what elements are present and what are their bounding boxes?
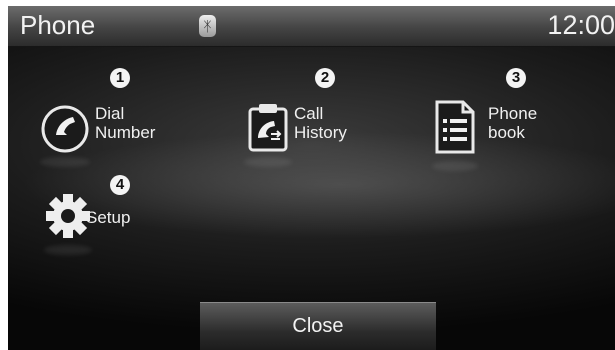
app-title: Phone [20, 10, 96, 40]
call-history-icon [248, 104, 288, 152]
number-badge: 2 [315, 68, 335, 88]
icon-reflection [40, 157, 90, 167]
icon-reflection [432, 161, 478, 171]
menu-label: Phone book [488, 104, 537, 142]
menu-item-setup[interactable]: 4 Setup [38, 171, 188, 266]
menu-label-line1: Dial [95, 104, 125, 123]
menu-label: Setup [86, 208, 130, 227]
menu-label-line2: Number [95, 123, 156, 142]
icon-reflection [244, 157, 292, 167]
menu-label-line1: Phone [488, 104, 538, 123]
icon-reflection [44, 245, 92, 255]
bluetooth-icon: ᛡ [199, 15, 216, 37]
menu-label-line1: Call [294, 104, 324, 123]
menu-label: Dial Number [95, 104, 155, 142]
number-badge: 4 [110, 175, 130, 195]
status-bar: Phone ᛡ 12:00 [8, 6, 615, 47]
menu-label: Call History [294, 104, 347, 142]
close-button[interactable]: Close [200, 302, 436, 350]
clock: 12:00 [547, 10, 615, 40]
gear-icon [46, 194, 90, 238]
phone-screen: Phone ᛡ 12:00 1 Dial Number 2 Call Histo… [8, 6, 615, 350]
number-badge: 1 [110, 68, 130, 88]
phonebook-icon [435, 100, 475, 154]
menu-item-phonebook[interactable]: 3 Phone book [430, 61, 580, 171]
menu-item-dial-number[interactable]: 1 Dial Number [38, 61, 208, 171]
menu-item-call-history[interactable]: 2 Call History [240, 61, 390, 171]
dial-handset-icon [41, 105, 89, 153]
number-badge: 3 [506, 68, 526, 88]
menu-label-line2: book [488, 123, 525, 142]
menu-label-line1: Setup [86, 208, 131, 227]
menu-label-line2: History [294, 123, 347, 142]
